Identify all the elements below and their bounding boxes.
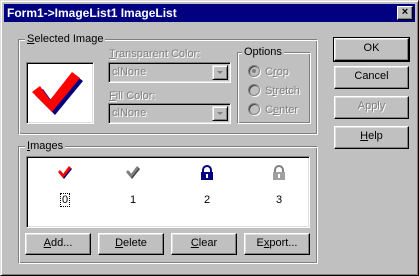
window-title: Form1->ImageList1 ImageList [7, 6, 177, 20]
chevron-down-icon [217, 71, 223, 74]
chevron-down-icon [217, 112, 223, 115]
image-index-label: 1 [129, 194, 137, 206]
images-list[interactable]: 0 1 2 3 [26, 156, 310, 228]
selected-image-preview [26, 62, 94, 124]
delete-button[interactable]: Delete [98, 233, 164, 255]
red-check-icon [58, 166, 72, 179]
clear-button[interactable]: Clear [171, 233, 237, 255]
image-index-label: 3 [275, 194, 283, 206]
fill-color-combo[interactable]: clNone [108, 103, 231, 124]
image-item[interactable]: 2 [187, 163, 227, 215]
crop-radio[interactable] [248, 65, 260, 77]
title-bar[interactable]: Form1->ImageList1 ImageList × [4, 4, 415, 22]
transparent-color-label: Transparent Color: [109, 48, 201, 60]
gray-check-icon [126, 166, 140, 179]
navy-padlock-icon [201, 165, 213, 180]
image-item[interactable]: 1 [113, 163, 153, 215]
images-group-label: Images [25, 139, 66, 153]
options-group-label: Options [242, 45, 284, 59]
image-index-label: 2 [203, 194, 211, 206]
fill-color-label: Fill Color: [109, 90, 156, 102]
cancel-button[interactable]: Cancel [334, 66, 409, 89]
ok-button[interactable]: OK [333, 37, 410, 62]
stretch-label: Stretch [265, 85, 300, 97]
red-check-large-icon [32, 72, 83, 115]
gray-padlock-icon [273, 165, 285, 180]
image-item[interactable]: 3 [259, 163, 299, 215]
stretch-radio[interactable] [248, 84, 260, 96]
fill-color-dropdown-button[interactable] [212, 106, 228, 121]
transparent-color-value: clNone [112, 66, 147, 78]
crop-label: Crop [265, 66, 289, 78]
image-index-label: 0 [59, 193, 71, 207]
export-button[interactable]: Export... [244, 233, 310, 255]
center-radio[interactable] [248, 103, 260, 115]
selected-image-group-label: Selected Image [25, 32, 106, 46]
fill-color-value: clNone [112, 107, 147, 119]
close-icon[interactable]: × [397, 6, 413, 20]
transparent-color-combo[interactable]: clNone [108, 62, 231, 83]
add-button[interactable]: Add... [25, 233, 91, 255]
image-item[interactable]: 0 [45, 163, 85, 215]
help-button[interactable]: Help [334, 126, 409, 149]
center-label: Center [265, 104, 299, 116]
transparent-color-dropdown-button[interactable] [212, 65, 228, 80]
imagelist-editor-dialog: Form1->ImageList1 ImageList × Selected I… [0, 0, 419, 276]
apply-button[interactable]: Apply [334, 96, 409, 119]
